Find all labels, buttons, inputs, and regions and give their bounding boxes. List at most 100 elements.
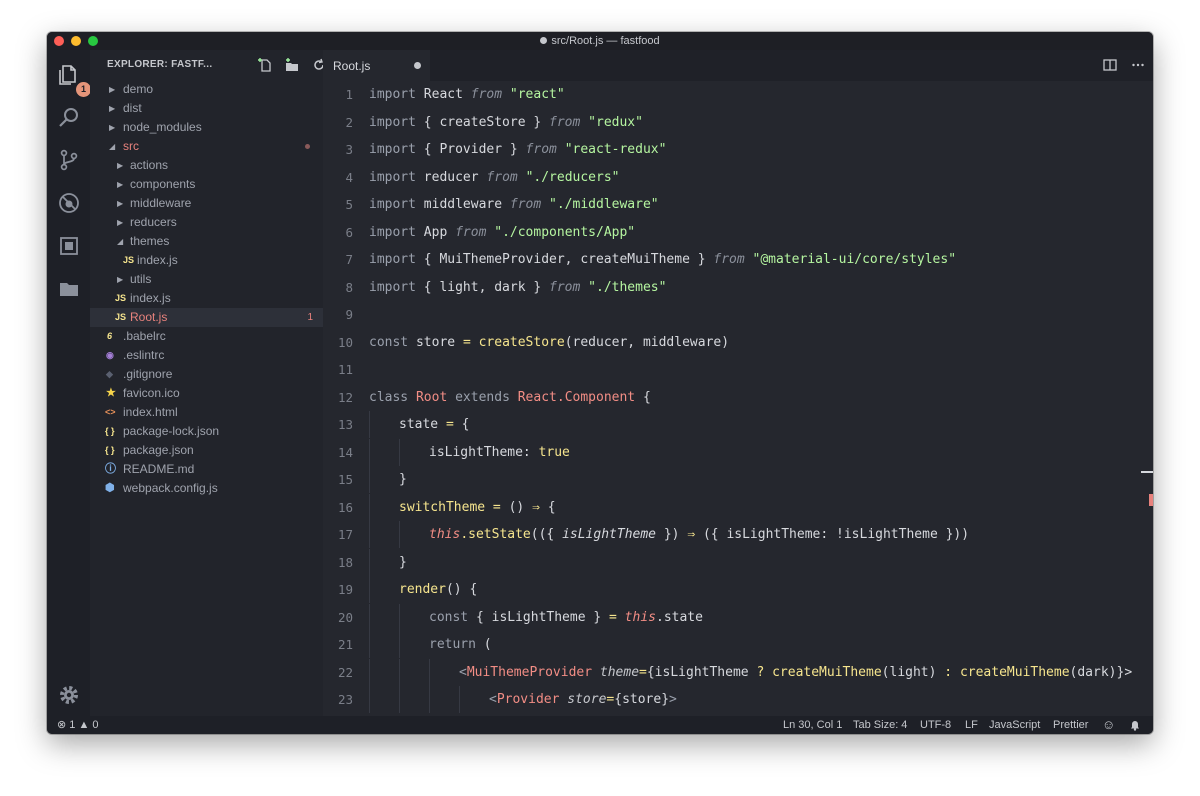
window-title: src/Root.js — fastfood (551, 35, 660, 47)
cursor-position[interactable]: Ln 30, Col 1 (783, 716, 842, 734)
tree-item-webpack-config[interactable]: ⬢ webpack.config.js (90, 479, 323, 498)
language-mode[interactable]: JavaScript (989, 716, 1040, 734)
code-line: 2 import { createStore } from "redux" (345, 114, 643, 130)
search-icon (59, 108, 78, 127)
git-icon: ◆ (106, 369, 113, 379)
tree-item-gitignore[interactable]: ◆ .gitignore (90, 365, 323, 384)
tree-item-babelrc[interactable]: 6 .babelrc (90, 327, 323, 346)
unsaved-dot-icon[interactable] (414, 62, 421, 69)
code-line: 12 class Root extends React.Component { (337, 389, 651, 405)
js-file-icon: JS (115, 312, 127, 322)
code-line: 8 import { light, dark } from "./themes" (345, 279, 667, 295)
extensions-icon (60, 237, 78, 255)
explorer-title: EXPLORER: FASTF... (107, 59, 213, 70)
problem-count-badge: 1 (307, 312, 313, 323)
tree-item-node-modules[interactable]: ▶ node_modules (90, 118, 323, 137)
code-line: 5 import middleware from "./middleware" (345, 197, 659, 212)
status-bar: ⊗ 1 ▲ 0 Ln 30, Col 1 Tab Size: 4 UTF-8 L… (47, 716, 1153, 734)
code-line: 1 import React from "react" (345, 87, 565, 102)
overview-ruler-error (1149, 494, 1153, 506)
code-line: 18} (323, 548, 1153, 576)
tree-item-src[interactable]: ◢ src (90, 137, 323, 156)
code-line: 21 return ( (323, 631, 1153, 658)
code-line: 4 import reducer from "./reducers" (345, 169, 620, 185)
folder-icon (60, 283, 78, 296)
code-line: 13 state = { (323, 411, 1153, 438)
tree-item-dist[interactable]: ▶ dist (90, 99, 323, 118)
gear-icon (60, 686, 78, 704)
search-button[interactable] (56, 105, 82, 131)
eslint-icon: ◉ (106, 350, 114, 360)
babel-icon: 6 (107, 331, 113, 341)
overview-ruler-cursor (1141, 471, 1153, 473)
tab-root-js[interactable]: Root.js (323, 50, 430, 81)
close-window-button[interactable] (54, 36, 64, 46)
line-ending[interactable]: LF (965, 716, 978, 734)
bell-icon[interactable] (1129, 719, 1141, 731)
tree-item-favicon[interactable]: ★ favicon.ico (90, 384, 323, 403)
explorer-sidebar: EXPLORER: FASTF... ▶ demo ▶ dist ▶ node_mod… (90, 50, 354, 716)
tree-item-demo[interactable]: ▶ demo (90, 80, 323, 99)
vscode-window: src/Root.js — fastfood 1 EXPLORER: FASTF… (47, 32, 1153, 734)
minimize-window-button[interactable] (71, 36, 81, 46)
tree-item-readme[interactable]: ⓘ README.md (90, 460, 323, 479)
tree-item-reducers[interactable]: ▶ reducers (90, 213, 323, 232)
explorer-header: EXPLORER: FASTF... (90, 50, 354, 80)
code-line: 14 isLightTheme: true (323, 438, 1153, 466)
maximize-window-button[interactable] (88, 36, 98, 46)
tree-item-themes[interactable]: ◢ themes (90, 232, 323, 251)
formatter[interactable]: Prettier (1053, 716, 1088, 734)
tree-item-actions[interactable]: ▶ actions (90, 156, 323, 175)
problems-indicator[interactable]: ⊗ 1 ▲ 0 (57, 716, 99, 734)
unsaved-dot-icon (540, 37, 548, 44)
json-icon: { } (105, 445, 115, 455)
js-file-icon: JS (115, 293, 127, 303)
code-line: 6 import App from "./components/App" (345, 224, 636, 240)
folder-button[interactable] (56, 276, 82, 302)
source-control-button[interactable] (56, 147, 82, 173)
tree-item-package-lock-json[interactable]: { } package-lock.json (90, 422, 323, 441)
tree-item-src-index-js[interactable]: JS index.js (90, 289, 323, 308)
code-line: 19 render() { (323, 576, 1153, 603)
tree-item-components[interactable]: ▶ components (90, 175, 323, 194)
settings-button[interactable] (56, 682, 82, 708)
code-editor[interactable]: 1 import React from "react" 2 import { cre… (323, 81, 1153, 716)
code-line: 20 const { isLightTheme } = this.state (323, 603, 1153, 631)
more-actions-icon[interactable] (1131, 58, 1145, 72)
html-icon: <> (105, 407, 116, 417)
editor-area: Root.js 1 import React from "react" 2 impo… (323, 50, 1153, 716)
tree-item-themes-index-js[interactable]: JS index.js (90, 251, 323, 270)
warning-icon: ▲ (78, 719, 90, 731)
encoding[interactable]: UTF-8 (920, 716, 951, 734)
tree-item-utils[interactable]: ▶ utils (90, 270, 323, 289)
tree-item-eslintrc[interactable]: ◉ .eslintrc (90, 346, 323, 365)
tree-item-index-html[interactable]: <> index.html (90, 403, 323, 422)
code-line: 17 this.setState(({ isLightTheme }) ⇒ ({ … (323, 521, 1153, 548)
code-line: 15} (323, 466, 1153, 493)
debug-button[interactable] (56, 190, 82, 216)
code-line: 22 <MuiThemeProvider theme={isLightTheme … (323, 658, 1153, 686)
explorer-badge: 1 (76, 82, 91, 97)
split-editor-icon[interactable] (1103, 58, 1117, 72)
git-branch-icon (60, 149, 78, 171)
code-line: 23 <Provider store={store}> (323, 686, 1153, 713)
tree-item-middleware[interactable]: ▶ middleware (90, 194, 323, 213)
activity-bar: 1 (47, 50, 91, 716)
debug-icon (59, 193, 79, 213)
js-file-icon: JS (123, 255, 135, 265)
tree-item-root-js[interactable]: JS Root.js 1 (90, 308, 323, 327)
tab-label: Root.js (333, 59, 371, 73)
new-folder-icon[interactable] (284, 57, 300, 73)
error-icon: ⊗ (57, 719, 67, 731)
code-line: 9 (345, 307, 353, 322)
explorer-button[interactable]: 1 (56, 62, 91, 97)
star-icon: ★ (106, 387, 116, 399)
modified-dot-icon (305, 144, 310, 149)
tab-size[interactable]: Tab Size: 4 (853, 716, 907, 734)
extensions-button[interactable] (56, 233, 82, 259)
code-line: 16 switchTheme = () ⇒ { (323, 493, 1153, 521)
tree-item-package-json[interactable]: { } package.json (90, 441, 323, 460)
info-icon: ⓘ (105, 463, 116, 475)
new-file-icon[interactable] (258, 57, 274, 73)
feedback-smiley-icon[interactable]: ☺ (1102, 716, 1115, 734)
